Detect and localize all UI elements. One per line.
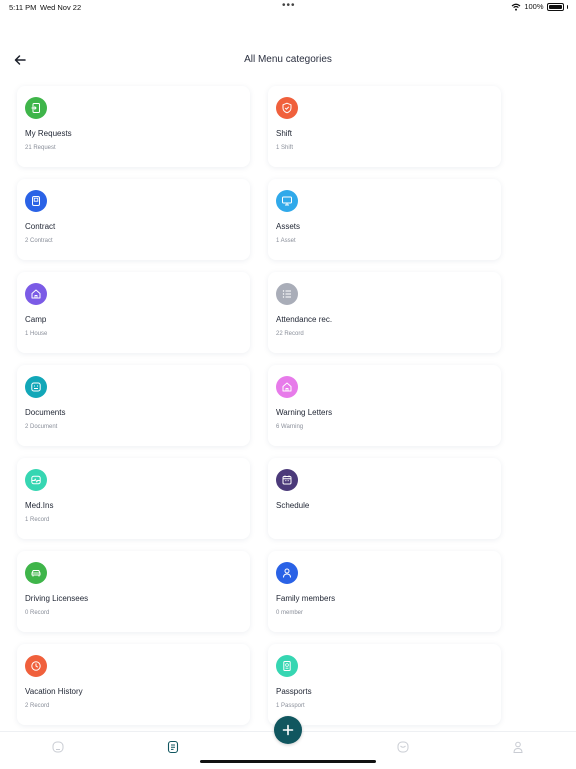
battery-icon [546, 2, 564, 11]
warning-house-icon [276, 376, 298, 398]
medical-icon [25, 469, 47, 491]
category-card-schedule[interactable]: Schedule [268, 458, 501, 539]
card-count: 22 Record [276, 331, 304, 337]
menu-icon[interactable] [166, 740, 180, 754]
card-count: 21 Request [25, 145, 56, 151]
card-title: Documents [25, 408, 66, 417]
home-indicator [200, 760, 376, 763]
status-indicators: 100% [511, 2, 568, 11]
card-count: 2 Record [25, 703, 50, 709]
category-card-contract[interactable]: Contract 2 Contract [17, 179, 250, 260]
card-count: 2 Contract [25, 238, 53, 244]
shield-check-icon [276, 97, 298, 119]
car-icon [25, 562, 47, 584]
card-title: Vacation History [25, 687, 83, 696]
home-icon[interactable] [51, 740, 65, 754]
battery-percent: 100% [524, 2, 544, 11]
passport-icon [276, 655, 298, 677]
document-icon [25, 376, 47, 398]
card-count: 0 member [276, 610, 304, 616]
list-icon [276, 283, 298, 305]
add-button[interactable] [274, 716, 302, 744]
card-title: Warning Letters [276, 408, 333, 417]
card-title: Schedule [276, 501, 310, 510]
page-title: All Menu categories [244, 54, 332, 65]
card-title: Assets [276, 222, 301, 231]
category-card-camp[interactable]: Camp 1 House [17, 272, 250, 353]
chat-icon[interactable] [396, 740, 410, 754]
card-count: 6 Warning [276, 424, 304, 430]
category-card-vacation-history[interactable]: Vacation History 2 Record [17, 644, 250, 725]
category-card-family-members[interactable]: Family members 0 member [268, 551, 501, 632]
card-title: Driving Licensees [25, 594, 89, 603]
category-card-assets[interactable]: Assets 1 Asset [268, 179, 501, 260]
category-card-passports[interactable]: Passports 1 Passport [268, 644, 501, 725]
card-count: 1 Asset [276, 238, 296, 244]
contract-icon [25, 190, 47, 212]
category-card-driving-licensees[interactable]: Driving Licensees 0 Record [17, 551, 250, 632]
card-count: 0 Record [25, 610, 50, 616]
card-count: 2 Document [25, 424, 58, 430]
house-icon [25, 283, 47, 305]
calendar-icon [276, 469, 298, 491]
status-bar: 5:11 PM Wed Nov 22 ••• 100% [0, 0, 576, 16]
card-title: Family members [276, 594, 336, 603]
wifi-icon [511, 3, 521, 11]
card-count: 1 House [25, 331, 48, 337]
card-title: Attendance rec. [276, 315, 333, 324]
category-card-attendance[interactable]: Attendance rec. 22 Record [268, 272, 501, 353]
status-date: Wed Nov 22 [40, 3, 82, 12]
plus-icon [282, 724, 294, 736]
category-card-documents[interactable]: Documents 2 Document [17, 365, 250, 446]
card-title: My Requests [25, 129, 72, 138]
status-time: 5:11 PM [9, 3, 37, 12]
card-title: Camp [25, 315, 47, 324]
monitor-icon [276, 190, 298, 212]
top-bar: All Menu categories [0, 48, 576, 72]
card-title: Med.Ins [25, 501, 54, 510]
request-icon [25, 97, 47, 119]
card-title: Passports [276, 687, 312, 696]
category-card-shift[interactable]: Shift 1 Shift [268, 86, 501, 167]
battery-tip [566, 4, 568, 9]
card-count: 1 Shift [276, 145, 294, 151]
profile-icon[interactable] [511, 740, 525, 754]
category-card-my-requests[interactable]: My Requests 21 Request [17, 86, 250, 167]
clock-icon [25, 655, 47, 677]
category-card-med-ins[interactable]: Med.Ins 1 Record [17, 458, 250, 539]
person-icon [276, 562, 298, 584]
card-title: Contract [25, 222, 56, 231]
card-count: 1 Passport [276, 703, 305, 709]
card-title: Shift [276, 129, 293, 138]
category-card-warning-letters[interactable]: Warning Letters 6 Warning [268, 365, 501, 446]
card-count: 1 Record [25, 517, 50, 523]
multitasking-dots-icon[interactable]: ••• [282, 0, 296, 11]
